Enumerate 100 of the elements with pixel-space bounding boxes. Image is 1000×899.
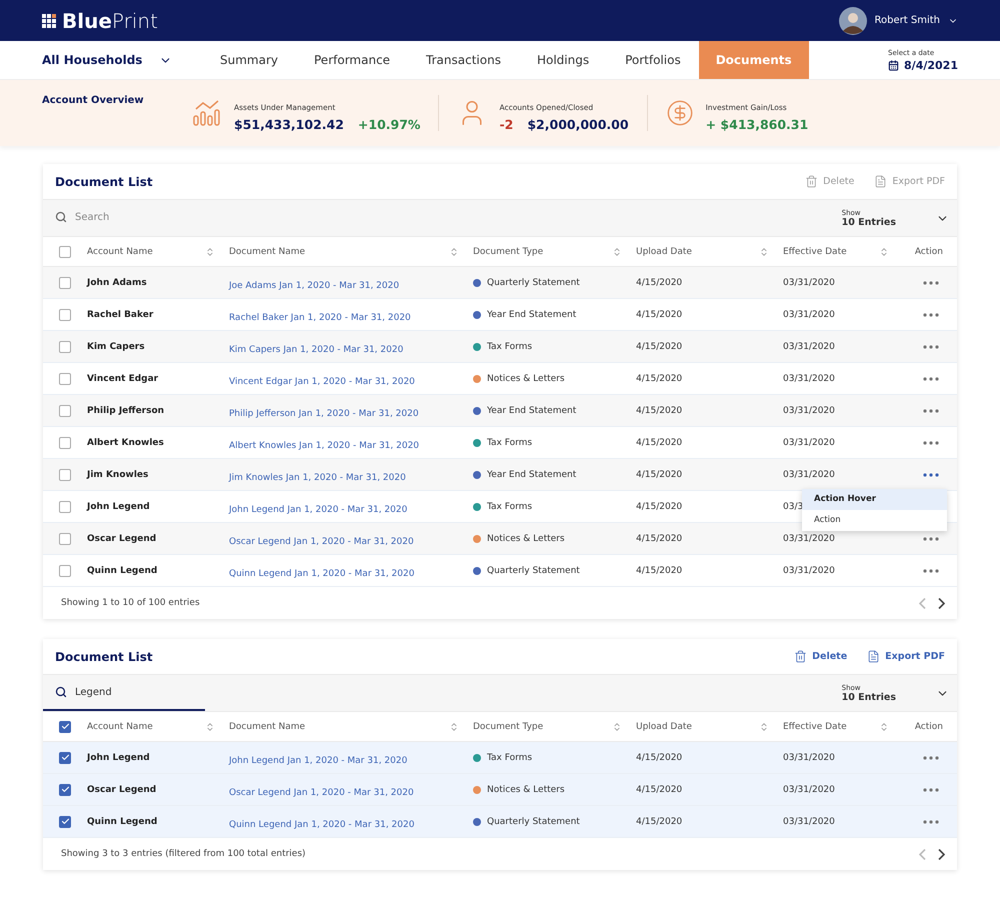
column-header[interactable]: Account Name [87, 246, 153, 256]
more-button[interactable] [923, 344, 939, 348]
more-button[interactable] [923, 376, 939, 380]
more-button[interactable] [923, 312, 939, 316]
row-checkbox[interactable] [59, 532, 71, 544]
search-input[interactable]: Search [75, 212, 175, 222]
trash-icon[interactable] [794, 650, 808, 663]
table-row[interactable]: Quinn Legend Quinn Legend Jan 1, 2020 - Mar 31, 2020 Quarterly Statement 4/15/2020 03/31/2020 [43, 555, 957, 587]
search-field[interactable]: Search [43, 200, 205, 236]
document-link[interactable]: Rachel Baker Jan 1, 2020 - Mar 31, 2020 [229, 313, 411, 323]
column-header[interactable]: Effective Date [783, 722, 847, 732]
entries-summary: Showing 1 to 10 of 100 entries [61, 598, 200, 608]
sort-icon[interactable] [449, 722, 459, 732]
table-row[interactable]: Jim Knowles Jim Knowles Jan 1, 2020 - Mar 31, 2020 Year End Statement 4/15/2020 03/31/2020 [43, 459, 957, 491]
more-button[interactable] [923, 280, 939, 284]
nav-tab[interactable]: Transactions [408, 41, 519, 79]
column-header[interactable]: Document Name [229, 246, 306, 256]
more-button[interactable] [923, 820, 939, 824]
sort-icon[interactable] [879, 722, 889, 732]
avatar[interactable] [838, 6, 867, 34]
document-link[interactable]: John Legend Jan 1, 2020 - Mar 31, 2020 [229, 756, 408, 766]
column-header[interactable]: Document Type [473, 246, 544, 256]
table-row[interactable]: Oscar Legend Oscar Legend Jan 1, 2020 - Mar 31, 2020 Notices & Letters 4/15/2020 03/31/2020 [43, 523, 957, 555]
document-link[interactable]: Jim Knowles Jan 1, 2020 - Mar 31, 2020 [229, 473, 406, 483]
document-link[interactable]: Philip Jefferson Jan 1, 2020 - Mar 31, 2020 [229, 409, 419, 419]
column-header[interactable]: Document Type [473, 722, 544, 732]
row-checkbox[interactable] [59, 404, 71, 416]
chart-icon [192, 99, 222, 127]
sort-icon[interactable] [205, 722, 215, 732]
sort-icon[interactable] [612, 246, 622, 256]
upload-date: 4/15/2020 [636, 784, 682, 794]
table-row[interactable]: John Adams Joe Adams Jan 1, 2020 - Mar 31, 2020 Quarterly Statement 4/15/2020 03/31/2020 [43, 267, 957, 299]
nav-tab[interactable]: Holdings [518, 41, 608, 79]
card-title: Document List [55, 650, 153, 664]
document-icon[interactable] [867, 650, 880, 663]
document-link[interactable]: Vincent Edgar Jan 1, 2020 - Mar 31, 2020 [229, 377, 415, 387]
more-button[interactable] [923, 756, 939, 760]
sort-icon[interactable] [612, 722, 622, 732]
trash-icon[interactable] [805, 175, 818, 188]
sort-icon[interactable] [759, 722, 769, 732]
sort-icon[interactable] [205, 246, 215, 256]
column-header[interactable]: Document Name [229, 722, 306, 732]
column-header[interactable]: Effective Date [783, 246, 847, 256]
effective-date: 03/31/2020 [783, 374, 835, 384]
row-checkbox[interactable] [59, 276, 71, 288]
more-button[interactable] [923, 788, 939, 792]
document-link[interactable]: Kim Capers Jan 1, 2020 - Mar 31, 2020 [229, 345, 404, 355]
menu-item[interactable]: Action Hover [802, 489, 947, 510]
next-page-icon[interactable] [938, 598, 945, 608]
search-input[interactable]: Legend [75, 686, 175, 698]
next-page-icon[interactable] [938, 848, 945, 860]
sort-icon[interactable] [879, 246, 889, 256]
row-checkbox[interactable] [59, 308, 71, 320]
more-button[interactable] [923, 472, 939, 476]
row-checkbox[interactable] [59, 468, 71, 480]
table-row[interactable]: Kim Capers Kim Capers Jan 1, 2020 - Mar 31, 2020 Tax Forms 4/15/2020 03/31/2020 [43, 331, 957, 363]
sort-icon[interactable] [449, 246, 459, 256]
document-link[interactable]: John Legend Jan 1, 2020 - Mar 31, 2020 [229, 505, 408, 515]
nav-tab[interactable]: Portfolios [607, 41, 699, 79]
row-checkbox[interactable] [59, 500, 71, 512]
table-row[interactable]: Rachel Baker Rachel Baker Jan 1, 2020 - Mar 31, 2020 Year End Statement 4/15/2020 03/31/2020 [43, 299, 957, 331]
column-header[interactable]: Upload Date [636, 246, 692, 256]
row-checkbox[interactable] [59, 436, 71, 448]
account-name: Philip Jefferson [87, 406, 166, 416]
household-dropdown[interactable]: All Households [42, 41, 172, 79]
column-header[interactable]: Account Name [87, 722, 153, 732]
sort-icon[interactable] [759, 246, 769, 256]
document-link[interactable]: Quinn Legend Jan 1, 2020 - Mar 31, 2020 [229, 820, 414, 830]
date-picker[interactable]: 8/4/2021 [888, 58, 958, 72]
more-button[interactable] [923, 568, 939, 572]
document-link[interactable]: Joe Adams Jan 1, 2020 - Mar 31, 2020 [229, 281, 400, 291]
upload-date: 4/15/2020 [636, 534, 682, 544]
more-button[interactable] [923, 408, 939, 412]
nav-tab[interactable]: Performance [296, 41, 408, 79]
search-field[interactable]: Legend [43, 675, 205, 711]
more-button[interactable] [923, 440, 939, 444]
column-header[interactable]: Upload Date [636, 722, 692, 732]
row-checkbox[interactable] [59, 340, 71, 352]
document-icon[interactable] [874, 175, 888, 188]
calendar-icon[interactable] [888, 60, 900, 70]
export-pdf-button[interactable]: Export PDF [867, 650, 945, 663]
user-name[interactable]: Robert Smith [874, 15, 940, 26]
table-row[interactable]: Philip Jefferson Philip Jefferson Jan 1, 2020 - Mar 31, 2020 Year End Statement 4/15/2020 03/31/2020 [43, 395, 957, 427]
delete-button[interactable]: Delete [794, 650, 848, 663]
table-row[interactable]: Quinn Legend Quinn Legend Jan 1, 2020 - Mar 31, 2020 Quarterly Statement 4/15/2020 03/31/2020 [43, 806, 957, 838]
document-link[interactable]: Albert Knowles Jan 1, 2020 - Mar 31, 2020 [229, 441, 420, 451]
upload-date: 4/15/2020 [636, 406, 682, 416]
document-link[interactable]: Oscar Legend Jan 1, 2020 - Mar 31, 2020 [229, 537, 414, 547]
table-row[interactable]: Albert Knowles Albert Knowles Jan 1, 2020 - Mar 31, 2020 Tax Forms 4/15/2020 03/31/2020 [43, 427, 957, 459]
upload-date: 4/15/2020 [636, 310, 682, 320]
row-checkbox[interactable] [59, 564, 71, 576]
select-all-checkbox[interactable] [59, 246, 71, 258]
document-link[interactable]: Oscar Legend Jan 1, 2020 - Mar 31, 2020 [229, 788, 414, 798]
row-checkbox[interactable] [59, 372, 71, 384]
more-button[interactable] [923, 536, 939, 540]
document-link[interactable]: Quinn Legend Jan 1, 2020 - Mar 31, 2020 [229, 569, 414, 579]
nav-tab[interactable]: Summary [202, 41, 296, 79]
table-row[interactable]: Oscar Legend Oscar Legend Jan 1, 2020 - Mar 31, 2020 Notices & Letters 4/15/2020 03/31/2020 [43, 774, 957, 806]
table-row[interactable]: John Legend John Legend Jan 1, 2020 - Mar 31, 2020 Tax Forms 4/15/2020 03/31/2020 [43, 742, 957, 774]
table-row[interactable]: Vincent Edgar Vincent Edgar Jan 1, 2020 - Mar 31, 2020 Notices & Letters 4/15/2020 03/31/2020 [43, 363, 957, 395]
